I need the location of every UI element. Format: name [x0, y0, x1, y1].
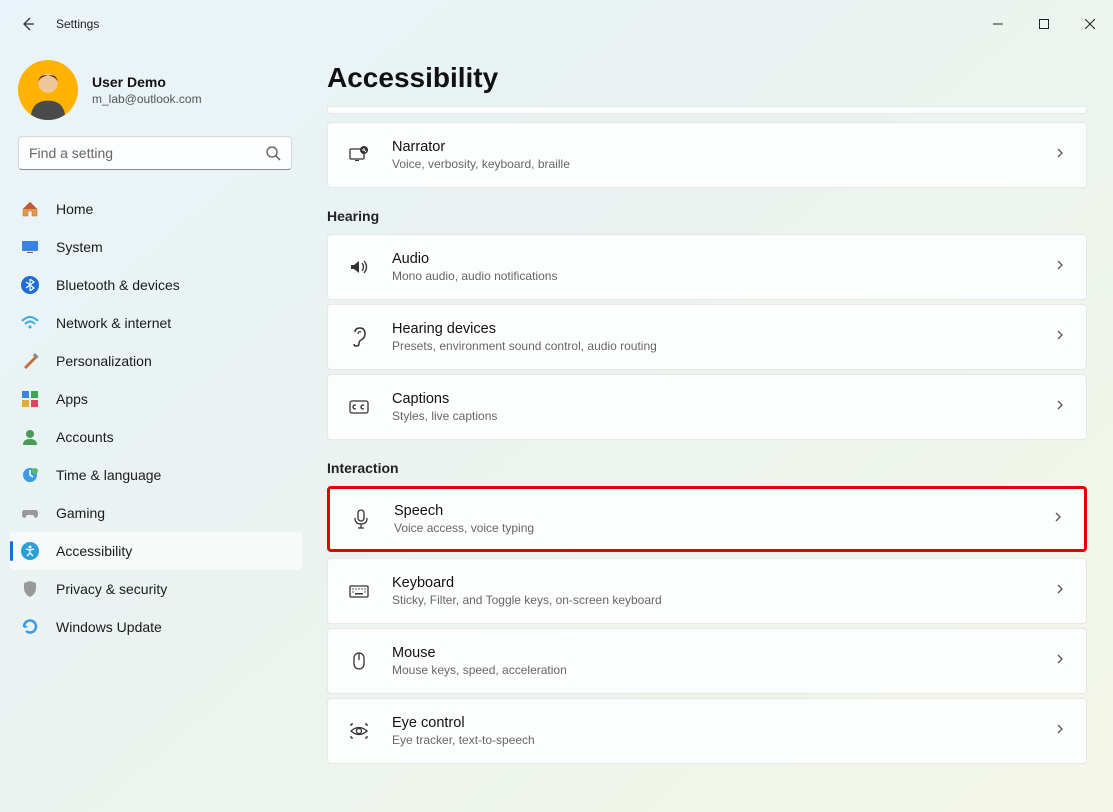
- gamepad-icon: [20, 503, 40, 523]
- nav-label: Gaming: [56, 505, 105, 521]
- nav-privacy[interactable]: Privacy & security: [10, 570, 302, 608]
- person-icon: [20, 427, 40, 447]
- nav-personalization[interactable]: Personalization: [10, 342, 302, 380]
- user-profile[interactable]: User Demo m_lab@outlook.com: [0, 56, 310, 136]
- chevron-right-icon: [1054, 258, 1066, 276]
- captions-icon: [348, 396, 370, 418]
- chevron-right-icon: [1054, 146, 1066, 164]
- microphone-icon: [350, 508, 372, 530]
- previous-card-edge: [327, 106, 1087, 114]
- user-name: User Demo: [92, 74, 202, 90]
- search-input[interactable]: [19, 145, 291, 161]
- keyboard-icon: [348, 580, 370, 602]
- card-desc: Voice, verbosity, keyboard, braille: [392, 157, 570, 171]
- avatar: [18, 60, 78, 120]
- card-title: Narrator: [392, 139, 570, 155]
- nav-label: Apps: [56, 391, 88, 407]
- nav-list: Home System Bluetooth & devices Network …: [0, 184, 310, 646]
- chevron-right-icon: [1054, 722, 1066, 740]
- nav-label: System: [56, 239, 103, 255]
- bluetooth-icon: [20, 275, 40, 295]
- nav-home[interactable]: Home: [10, 190, 302, 228]
- card-desc: Mouse keys, speed, acceleration: [392, 663, 567, 677]
- page-title: Accessibility: [327, 62, 1101, 94]
- nav-label: Windows Update: [56, 619, 162, 635]
- nav-label: Accounts: [56, 429, 114, 445]
- search-icon: [265, 145, 281, 166]
- card-title: Captions: [392, 391, 497, 407]
- home-icon: [20, 199, 40, 219]
- maximize-button[interactable]: [1021, 8, 1067, 40]
- apps-icon: [20, 389, 40, 409]
- wifi-icon: [20, 313, 40, 333]
- system-icon: [20, 237, 40, 257]
- nav-label: Bluetooth & devices: [56, 277, 180, 293]
- nav-label: Privacy & security: [56, 581, 167, 597]
- ear-icon: [348, 326, 370, 348]
- user-email: m_lab@outlook.com: [92, 92, 202, 106]
- main-content: Accessibility Narrator Voice, verbosity, …: [327, 48, 1101, 812]
- close-button[interactable]: [1067, 8, 1113, 40]
- chevron-right-icon: [1052, 510, 1064, 528]
- nav-update[interactable]: Windows Update: [10, 608, 302, 646]
- nav-bluetooth[interactable]: Bluetooth & devices: [10, 266, 302, 304]
- card-captions[interactable]: Captions Styles, live captions: [327, 374, 1087, 440]
- shield-icon: [20, 579, 40, 599]
- card-desc: Mono audio, audio notifications: [392, 269, 557, 283]
- nav-time[interactable]: Time & language: [10, 456, 302, 494]
- card-title: Keyboard: [392, 575, 662, 591]
- card-desc: Styles, live captions: [392, 409, 497, 423]
- card-desc: Presets, environment sound control, audi…: [392, 339, 657, 353]
- card-narrator[interactable]: Narrator Voice, verbosity, keyboard, brai…: [327, 122, 1087, 188]
- card-mouse[interactable]: Mouse Mouse keys, speed, acceleration: [327, 628, 1087, 694]
- card-title: Speech: [394, 503, 534, 519]
- clock-icon: [20, 465, 40, 485]
- nav-label: Time & language: [56, 467, 161, 483]
- chevron-right-icon: [1054, 398, 1066, 416]
- narrator-icon: [348, 144, 370, 166]
- mouse-icon: [348, 650, 370, 672]
- card-keyboard[interactable]: Keyboard Sticky, Filter, and Toggle keys,…: [327, 558, 1087, 624]
- titlebar: Settings: [0, 0, 1113, 48]
- app-title: Settings: [56, 17, 99, 31]
- card-desc: Eye tracker, text-to-speech: [392, 733, 535, 747]
- card-desc: Sticky, Filter, and Toggle keys, on-scre…: [392, 593, 662, 607]
- card-title: Mouse: [392, 645, 567, 661]
- nav-apps[interactable]: Apps: [10, 380, 302, 418]
- card-hearing-devices[interactable]: Hearing devices Presets, environment soun…: [327, 304, 1087, 370]
- nav-gaming[interactable]: Gaming: [10, 494, 302, 532]
- nav-label: Home: [56, 201, 93, 217]
- update-icon: [20, 617, 40, 637]
- chevron-right-icon: [1054, 328, 1066, 346]
- nav-accessibility[interactable]: Accessibility: [10, 532, 302, 570]
- accessibility-icon: [20, 541, 40, 561]
- minimize-button[interactable]: [975, 8, 1021, 40]
- sidebar: User Demo m_lab@outlook.com Home System …: [0, 48, 310, 812]
- section-interaction: Interaction: [327, 460, 1101, 476]
- search-box[interactable]: [18, 136, 292, 170]
- brush-icon: [20, 351, 40, 371]
- nav-label: Network & internet: [56, 315, 171, 331]
- nav-label: Accessibility: [56, 543, 132, 559]
- card-eye-control[interactable]: Eye control Eye tracker, text-to-speech: [327, 698, 1087, 764]
- window-controls: [975, 8, 1113, 40]
- card-title: Eye control: [392, 715, 535, 731]
- card-speech[interactable]: Speech Voice access, voice typing: [327, 486, 1087, 552]
- card-title: Hearing devices: [392, 321, 657, 337]
- back-button[interactable]: [18, 14, 38, 34]
- eye-icon: [348, 720, 370, 742]
- audio-icon: [348, 256, 370, 278]
- section-hearing: Hearing: [327, 208, 1101, 224]
- nav-network[interactable]: Network & internet: [10, 304, 302, 342]
- chevron-right-icon: [1054, 652, 1066, 670]
- nav-system[interactable]: System: [10, 228, 302, 266]
- card-title: Audio: [392, 251, 557, 267]
- nav-accounts[interactable]: Accounts: [10, 418, 302, 456]
- nav-label: Personalization: [56, 353, 152, 369]
- card-desc: Voice access, voice typing: [394, 521, 534, 535]
- card-audio[interactable]: Audio Mono audio, audio notifications: [327, 234, 1087, 300]
- chevron-right-icon: [1054, 582, 1066, 600]
